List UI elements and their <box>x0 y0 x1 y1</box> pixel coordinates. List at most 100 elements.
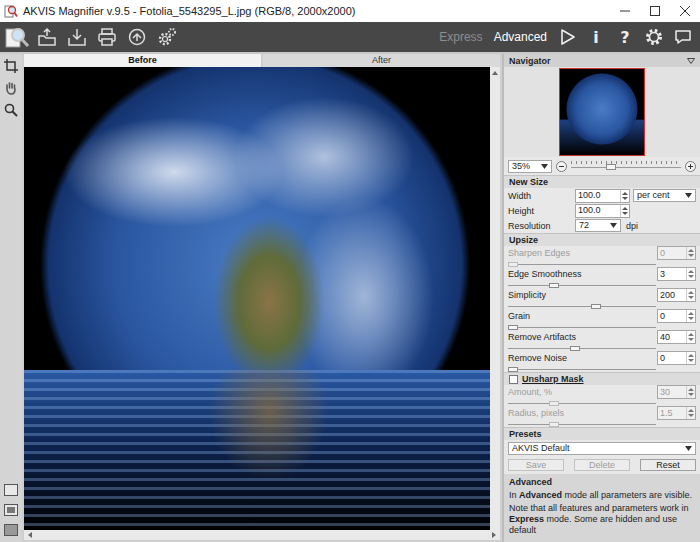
help-text: In Advanced mode all parameters are visi… <box>509 490 695 501</box>
presets-header: Presets <box>504 427 700 440</box>
photo-water <box>24 370 490 530</box>
parameter-slider[interactable] <box>508 281 656 288</box>
dropdown-arrow-icon <box>685 446 692 451</box>
zoom-in-icon[interactable] <box>685 161 696 172</box>
scroll-up-icon <box>491 69 499 77</box>
spin-arrows-icon[interactable] <box>620 205 629 217</box>
app-window: AKVIS Magnifier v.9.5 - Fotolia_5543295_… <box>0 0 700 542</box>
photo <box>24 67 490 530</box>
parameter-row: Amount, %30 <box>504 385 700 406</box>
parameter-slider[interactable] <box>508 344 656 351</box>
view-single-button[interactable] <box>2 482 20 498</box>
zoom-slider[interactable] <box>571 161 681 171</box>
zoom-dropdown[interactable]: 35% <box>508 160 552 173</box>
dropdown-arrow-icon <box>685 193 692 198</box>
spin-field[interactable]: 100.0 <box>575 189 630 203</box>
field-label: Resolution <box>508 221 572 231</box>
info-button[interactable]: i <box>583 24 609 50</box>
spin-arrows-icon <box>686 247 695 259</box>
value-dropdown[interactable]: 72 <box>575 219 621 232</box>
parameter-value[interactable]: 40 <box>657 330 696 344</box>
navigator-preview[interactable] <box>504 67 700 157</box>
spin-arrows-icon <box>686 310 695 322</box>
view-tab[interactable]: After <box>263 54 500 67</box>
spin-arrows-icon <box>686 352 695 364</box>
mode-tab[interactable]: Advanced <box>490 30 551 44</box>
horizontal-scrollbar[interactable] <box>24 530 500 540</box>
single-view-icon <box>4 484 18 496</box>
help-button[interactable]: ? <box>612 24 638 50</box>
parameter-row: Simplicity200 <box>504 288 700 309</box>
close-icon <box>680 6 690 16</box>
tool-column <box>0 54 22 542</box>
parameter-value[interactable]: 0 <box>657 351 696 365</box>
save-icon <box>67 27 87 47</box>
view-tab[interactable]: Before <box>24 54 261 67</box>
parameter-slider <box>508 399 656 406</box>
spin-arrows-icon <box>686 407 695 419</box>
preset-button[interactable]: Reset <box>640 459 696 471</box>
title-bar: AKVIS Magnifier v.9.5 - Fotolia_5543295_… <box>0 0 700 22</box>
size-field-row: Resolution72dpi <box>504 218 700 233</box>
collapse-icon[interactable] <box>687 58 695 64</box>
parameter-value: 1.5 <box>657 406 696 420</box>
parameter-slider[interactable] <box>508 302 656 309</box>
batch-gear-icon <box>157 27 177 47</box>
view-split-button[interactable] <box>2 502 20 518</box>
parameter-label: Sharpen Edges <box>508 248 654 258</box>
spin-arrows-icon <box>686 386 695 398</box>
spin-arrows-icon[interactable] <box>620 190 629 202</box>
share-button[interactable] <box>124 24 150 50</box>
unit-dropdown[interactable]: per cent <box>633 189 696 202</box>
upsize-header: Upsize <box>504 233 700 246</box>
parameter-slider[interactable] <box>508 323 656 330</box>
field-label: Height <box>508 206 572 216</box>
maximize-icon <box>650 6 660 16</box>
hand-tool[interactable] <box>2 79 20 97</box>
logo-button[interactable] <box>4 24 30 50</box>
zoom-out-icon[interactable] <box>556 161 567 172</box>
batch-button[interactable] <box>154 24 180 50</box>
window-title: AKVIS Magnifier v.9.5 - Fotolia_5543295_… <box>23 5 610 17</box>
preset-dropdown[interactable]: AKVIS Default <box>508 442 696 455</box>
mode-tab[interactable]: Express <box>435 30 486 44</box>
save-button[interactable] <box>64 24 90 50</box>
zoom-row: 35% <box>504 157 700 175</box>
maximize-button[interactable] <box>640 0 670 22</box>
window-controls <box>610 0 700 22</box>
dropdown-arrow-icon <box>610 223 617 228</box>
speech-bubble-icon <box>673 27 693 47</box>
magnifier-icon <box>4 103 18 117</box>
field-label: Width <box>508 191 572 201</box>
spin-arrows-icon <box>686 289 695 301</box>
run-button[interactable] <box>554 24 580 50</box>
help-text: Note that all features and parameters wo… <box>509 503 695 536</box>
split-view-icon <box>4 504 18 516</box>
parameter-value[interactable]: 3 <box>657 267 696 281</box>
parameter-label: Amount, % <box>508 387 654 397</box>
parameter-slider[interactable] <box>508 365 656 372</box>
help-title: Advanced <box>509 477 695 488</box>
parameter-value[interactable]: 0 <box>657 309 696 323</box>
magnifier-logo-icon <box>4 25 30 49</box>
parameter-value[interactable]: 200 <box>657 288 696 302</box>
feedback-button[interactable] <box>670 24 696 50</box>
spin-field[interactable]: 100.0 <box>575 204 630 218</box>
size-field-row: Height100.0 <box>504 203 700 218</box>
parameter-row: Radius, pixels1.5 <box>504 406 700 427</box>
minimize-button[interactable] <box>610 0 640 22</box>
view-compare-button[interactable] <box>2 522 20 538</box>
parameter-value: 30 <box>657 385 696 399</box>
crop-tool[interactable] <box>2 57 20 75</box>
parameter-row: Remove Noise0 <box>504 351 700 372</box>
print-button[interactable] <box>94 24 120 50</box>
unsharp-mask-checkbox[interactable] <box>509 375 518 384</box>
close-button[interactable] <box>670 0 700 22</box>
zoom-tool[interactable] <box>2 101 20 119</box>
crop-icon <box>4 59 18 73</box>
open-button[interactable] <box>34 24 60 50</box>
app-logo-icon <box>4 4 18 18</box>
preferences-button[interactable] <box>641 24 667 50</box>
hand-icon <box>4 81 18 95</box>
vertical-scrollbar[interactable] <box>490 67 500 530</box>
